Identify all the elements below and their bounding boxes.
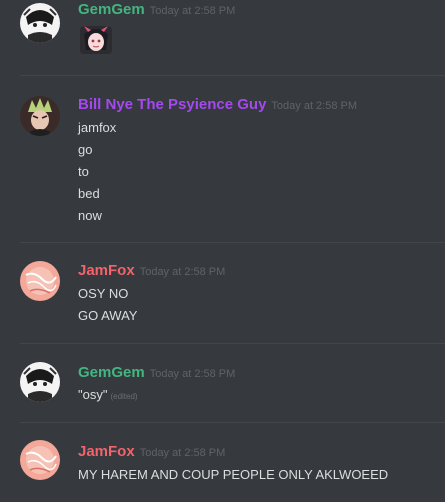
pink-sketch-avatar-icon: [20, 261, 60, 301]
message-text: now: [78, 208, 102, 223]
avatar[interactable]: [20, 261, 60, 301]
anime-girl-emoji-icon[interactable]: [78, 24, 114, 56]
message-header: JamFox Today at 2:58 PM: [78, 262, 225, 280]
spiky-hair-character-avatar-icon: [20, 96, 60, 136]
username[interactable]: JamFox: [78, 262, 135, 279]
manga-character-avatar-icon: [20, 362, 60, 402]
message-text: bed: [78, 186, 100, 201]
message-text: go: [78, 142, 93, 157]
message-group: JamFox Today at 2:58 PM MY HAREM AND COUP…: [0, 423, 445, 502]
message-text: jamfox: [78, 120, 117, 135]
message-group: GemGem Today at 2:58 PM "osy" (edited): [0, 344, 445, 422]
timestamp: Today at 2:58 PM: [139, 447, 226, 459]
message-content: "osy": [78, 387, 108, 402]
username[interactable]: GemGem: [78, 1, 145, 18]
username[interactable]: JamFox: [78, 443, 135, 460]
username[interactable]: Bill Nye The Psyience Guy: [78, 96, 266, 113]
avatar[interactable]: [20, 440, 60, 480]
message-text: to: [78, 164, 89, 179]
timestamp: Today at 2:58 PM: [271, 100, 358, 112]
timestamp: Today at 2:58 PM: [139, 266, 226, 278]
message-header: GemGem Today at 2:58 PM: [78, 364, 235, 382]
message-text: GO AWAY: [78, 308, 138, 323]
timestamp: Today at 2:58 PM: [149, 5, 236, 17]
message-group: GemGem Today at 2:58 PM: [0, 0, 445, 76]
message-group: JamFox Today at 2:58 PM OSY NO GO AWAY: [0, 243, 445, 343]
message-header: JamFox Today at 2:58 PM: [78, 443, 225, 461]
message-text: OSY NO: [78, 286, 129, 301]
avatar[interactable]: [20, 3, 60, 43]
username[interactable]: GemGem: [78, 364, 145, 381]
message-text: "osy" (edited): [78, 387, 138, 402]
edited-label: (edited): [110, 392, 138, 401]
manga-character-avatar-icon: [20, 3, 60, 43]
message-text: MY HAREM AND COUP PEOPLE ONLY AKLWOEED: [78, 467, 389, 482]
message-group: Bill Nye The Psyience Guy Today at 2:58 P…: [0, 76, 445, 242]
avatar[interactable]: [20, 96, 60, 136]
message-header: Bill Nye The Psyience Guy Today at 2:58 P…: [78, 96, 357, 114]
message-header: GemGem Today at 2:58 PM: [78, 1, 235, 19]
pink-sketch-avatar-icon: [20, 440, 60, 480]
timestamp: Today at 2:58 PM: [149, 368, 236, 380]
avatar[interactable]: [20, 362, 60, 402]
